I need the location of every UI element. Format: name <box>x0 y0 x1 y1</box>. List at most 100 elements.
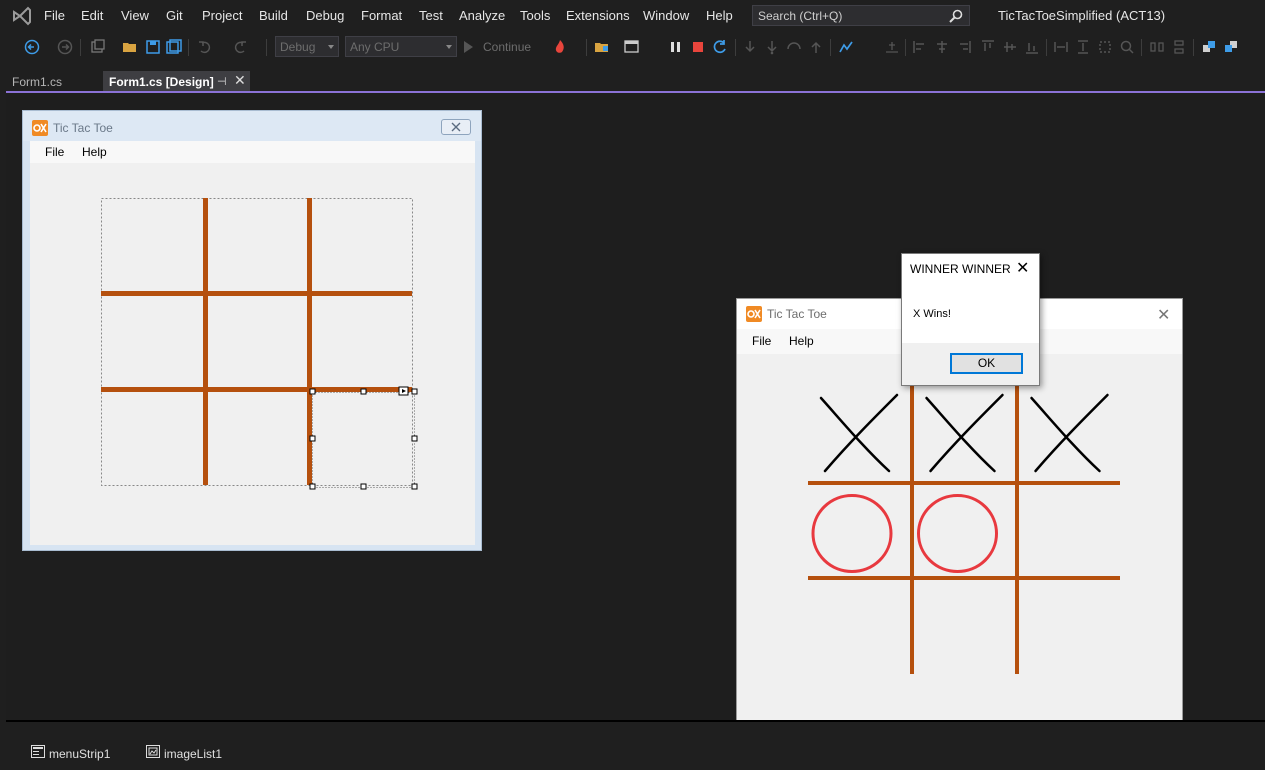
document-tabs: Form1.cs Form1.cs [Design] ⊣ ✕ <box>0 71 1265 93</box>
solution-title: TicTacToeSimplified (ACT13) <box>998 8 1166 23</box>
selected-control-outline <box>312 392 415 488</box>
imagelist-component-icon <box>146 745 160 758</box>
close-icon[interactable]: ✕ <box>234 72 246 89</box>
stop-icon[interactable] <box>690 39 706 55</box>
close-icon[interactable]: ✕ <box>1157 305 1170 325</box>
designer-form[interactable]: Tic Tac Toe File Help <box>22 110 482 551</box>
message-box[interactable]: WINNER WINNER ✕ X Wins! OK <box>901 253 1040 386</box>
window-layout-icon[interactable] <box>624 39 640 55</box>
grid-line <box>808 576 1120 580</box>
grid-line <box>1015 385 1019 674</box>
save-all-icon[interactable] <box>166 39 182 55</box>
menu-help[interactable]: Help <box>706 8 733 23</box>
menu-debug[interactable]: Debug <box>306 8 344 23</box>
tray-item-menustrip[interactable]: menuStrip1 <box>49 747 110 761</box>
align-tops-icon[interactable] <box>980 39 996 55</box>
vertical-spacing-icon[interactable] <box>1171 39 1187 55</box>
pause-icon[interactable] <box>668 39 684 55</box>
ok-button[interactable]: OK <box>950 353 1023 374</box>
toolbar-separator <box>735 39 736 56</box>
platform-value: Any CPU <box>350 40 400 54</box>
align-rights-icon[interactable] <box>956 39 972 55</box>
make-same-width-icon[interactable] <box>1053 39 1069 55</box>
app-icon <box>32 120 48 136</box>
new-project-icon[interactable] <box>90 39 106 55</box>
search-placeholder: Search (Ctrl+Q) <box>758 9 843 23</box>
menu-project[interactable]: Project <box>202 8 242 23</box>
save-icon[interactable] <box>145 39 161 55</box>
tab-form1-design[interactable]: Form1.cs [Design] ⊣ ✕ <box>103 71 250 91</box>
x-mark <box>1030 393 1109 473</box>
menu-window[interactable]: Window <box>643 8 689 23</box>
game-window-title: Tic Tac Toe <box>767 307 827 321</box>
undo-icon[interactable] <box>197 39 213 55</box>
message-box-body: WINNER WINNER ✕ X Wins! <box>902 254 1039 343</box>
size-to-grid-icon[interactable] <box>1119 39 1135 55</box>
step-arc-icon[interactable] <box>786 39 802 55</box>
step-out-icon[interactable] <box>808 39 824 55</box>
pin-icon[interactable]: ⊣ <box>217 75 227 88</box>
configuration-combo[interactable]: Debug <box>275 36 339 57</box>
platform-combo[interactable]: Any CPU <box>345 36 457 57</box>
navigate-forward-icon[interactable] <box>57 39 73 55</box>
diagnostic-tools-icon[interactable] <box>838 39 854 55</box>
menustrip-component-icon <box>31 745 45 758</box>
tray-item-imagelist[interactable]: imageList1 <box>164 747 222 761</box>
make-same-size-icon[interactable] <box>1097 39 1113 55</box>
search-icon <box>949 9 963 23</box>
navigate-back-icon[interactable] <box>24 39 40 55</box>
configuration-value: Debug <box>280 40 316 54</box>
toolbar-separator <box>586 39 587 56</box>
continue-button[interactable]: Continue <box>483 40 531 54</box>
toolbar-separator <box>266 39 267 56</box>
align-bottoms-icon[interactable] <box>1024 39 1040 55</box>
game-menu-help[interactable]: Help <box>789 334 814 348</box>
menu-build[interactable]: Build <box>259 8 288 23</box>
ide-menubar: File Edit View Git Project Build Debug F… <box>0 0 1265 31</box>
toolbar-separator <box>1046 39 1047 56</box>
horizontal-spacing-icon[interactable] <box>1149 39 1165 55</box>
menu-format[interactable]: Format <box>361 8 402 23</box>
grid-line <box>910 385 914 674</box>
menu-analyze[interactable]: Analyze <box>459 8 505 23</box>
step-into-icon[interactable] <box>742 39 758 55</box>
open-folder-icon[interactable] <box>122 39 138 55</box>
redo-icon[interactable] <box>232 39 248 55</box>
restart-icon[interactable] <box>712 39 728 55</box>
menu-file[interactable]: File <box>44 8 65 23</box>
designer-form-client: File Help <box>30 141 475 545</box>
play-icon[interactable] <box>462 39 474 55</box>
toolbar-separator <box>80 39 81 56</box>
game-menu-file[interactable]: File <box>752 334 771 348</box>
search-box[interactable]: Search (Ctrl+Q) <box>752 5 970 26</box>
x-mark <box>819 393 899 473</box>
designer-form-titlebar[interactable]: Tic Tac Toe <box>23 111 481 141</box>
make-same-height-icon[interactable] <box>1075 39 1091 55</box>
component-tray <box>6 722 1265 770</box>
step-over-icon[interactable] <box>764 39 780 55</box>
tab-label: Form1.cs <box>12 75 63 89</box>
toolbar-separator <box>188 39 189 56</box>
open-file-icon[interactable] <box>594 39 610 55</box>
menu-tools[interactable]: Tools <box>520 8 550 23</box>
grid-line <box>307 198 312 485</box>
align-to-grid-icon[interactable] <box>884 39 900 55</box>
send-to-back-icon[interactable] <box>1223 39 1239 55</box>
tab-form1-cs[interactable]: Form1.cs <box>6 71 102 91</box>
menu-test[interactable]: Test <box>419 8 443 23</box>
menu-edit[interactable]: Edit <box>81 8 103 23</box>
align-lefts-icon[interactable] <box>912 39 928 55</box>
resize-handle[interactable] <box>309 388 418 490</box>
grid-line <box>101 291 412 296</box>
bring-to-front-icon[interactable] <box>1201 39 1217 55</box>
close-icon[interactable]: ✕ <box>1016 258 1029 278</box>
menu-view[interactable]: View <box>121 8 149 23</box>
menu-git[interactable]: Git <box>166 8 183 23</box>
align-centers-icon[interactable] <box>934 39 950 55</box>
align-middles-icon[interactable] <box>1002 39 1018 55</box>
designer-board-outline <box>101 198 413 486</box>
hot-reload-icon[interactable] <box>552 39 568 55</box>
game-board[interactable] <box>737 354 1182 734</box>
designer-board[interactable] <box>30 141 475 545</box>
menu-extensions[interactable]: Extensions <box>566 8 630 23</box>
